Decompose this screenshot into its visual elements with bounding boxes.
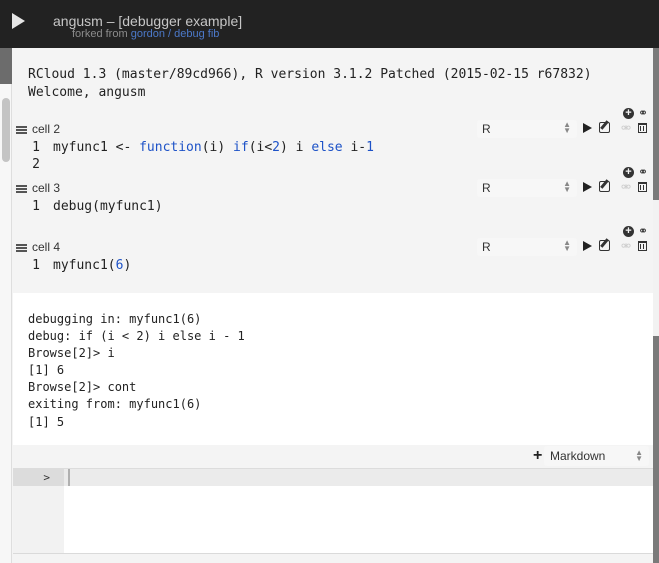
unlink-icon[interactable]: ⚮ <box>621 239 631 253</box>
code-text: i- <box>342 140 367 155</box>
notebook-area: RCloud 1.3 (master/89cd966), R version 3… <box>13 48 657 563</box>
select-arrows-icon: ▲ ▼ <box>563 179 571 194</box>
code-line[interactable]: 2 <box>13 156 53 173</box>
cell-toolbar: + ⚭ ⚮ <box>583 224 653 258</box>
link-icon[interactable]: ⚭ <box>638 224 648 238</box>
select-arrows-icon: ▲ ▼ <box>635 448 643 463</box>
code-keyword: function <box>139 140 202 155</box>
run-notebook-icon[interactable] <box>12 13 25 29</box>
cell-type-select[interactable]: Markdown ▲ ▼ <box>544 446 649 466</box>
language-select[interactable]: R ▲ ▼ <box>477 238 577 256</box>
language-value: R <box>482 240 491 254</box>
output-line: debug: if (i < 2) i else i - 1 <box>28 329 245 344</box>
forked-prefix: forked from <box>72 28 128 40</box>
output-line: Browse[2]> i <box>28 346 115 361</box>
code-line[interactable]: 1 myfunc1 <- function(i) if(i<2) i else i… <box>13 139 374 156</box>
line-number: 1 <box>32 140 40 155</box>
select-arrows-icon: ▲ ▼ <box>563 238 571 253</box>
code-text: ) <box>123 258 132 273</box>
command-prompt: > <box>13 469 657 486</box>
top-navbar: angusm – [debugger example] forked from … <box>0 0 659 48</box>
line-number: 2 <box>32 157 40 172</box>
add-cell-button[interactable]: + <box>533 447 542 465</box>
play-icon[interactable] <box>583 241 592 251</box>
code-line[interactable]: 1 debug(myfunc1) <box>13 198 163 215</box>
select-arrows-icon: ▲ ▼ <box>563 120 571 135</box>
right-scroll-track[interactable] <box>653 200 659 336</box>
link-icon[interactable]: ⚭ <box>638 165 648 179</box>
cell-label: cell 3 <box>32 181 61 195</box>
left-scroll-thumb[interactable] <box>2 98 10 162</box>
line-number: 1 <box>32 199 40 214</box>
cell-label: cell 4 <box>32 240 61 254</box>
cell-toolbar: + ⚭ ⚮ <box>583 106 653 140</box>
forked-source-link[interactable]: gordon / debug fib <box>131 28 220 40</box>
notebook-title[interactable]: angusm – [debugger example] <box>53 13 242 29</box>
cell-label: cell 2 <box>32 122 61 136</box>
prompt-gutter <box>13 486 64 553</box>
output-line: exiting from: myfunc1(6) <box>28 397 202 412</box>
code-text: ) i <box>280 140 312 155</box>
welcome-line: Welcome, angusm <box>28 85 146 100</box>
trash-icon[interactable] <box>638 123 647 133</box>
add-cell-bar: + Markdown ▲ ▼ <box>13 445 653 469</box>
code-text: debug(myfunc1) <box>53 199 163 214</box>
line-number: 1 <box>32 258 40 273</box>
output-line: [1] 5 <box>28 414 65 429</box>
cell-type-value: Markdown <box>550 449 606 463</box>
language-select[interactable]: R ▲ ▼ <box>477 179 577 197</box>
code-text: myfunc1 <- <box>53 140 140 155</box>
language-value: R <box>482 181 491 195</box>
prompt-editor-area[interactable] <box>13 486 653 554</box>
forked-from: forked from gordon / debug fib <box>72 28 219 40</box>
cell-output: debugging in: myfunc1(6) debug: if (i < 2… <box>13 293 653 445</box>
language-select[interactable]: R ▲ ▼ <box>477 120 577 138</box>
code-number: 1 <box>366 140 374 155</box>
drag-handle-icon[interactable] <box>16 185 27 193</box>
left-panel-header <box>0 48 12 84</box>
output-line: Browse[2]> cont <box>28 380 137 395</box>
play-icon[interactable] <box>583 182 592 192</box>
left-panel-scrollbar[interactable] <box>0 48 12 563</box>
code-text: (i) <box>201 140 234 155</box>
command-input[interactable] <box>68 469 657 486</box>
code-keyword: else <box>311 140 343 155</box>
plus-circle-icon[interactable]: + <box>623 108 634 119</box>
output-line: debugging in: myfunc1(6) <box>28 312 202 326</box>
plus-circle-icon[interactable]: + <box>623 167 634 178</box>
code-number: 2 <box>272 140 280 155</box>
code-keyword: if <box>233 140 249 155</box>
cell-toolbar: + ⚭ ⚮ <box>583 165 653 199</box>
code-text: (i< <box>248 140 273 155</box>
trash-icon[interactable] <box>638 182 647 192</box>
unlink-icon[interactable]: ⚮ <box>621 121 631 135</box>
drag-handle-icon[interactable] <box>16 244 27 252</box>
play-icon[interactable] <box>583 123 592 133</box>
welcome-message: RCloud 1.3 (master/89cd966), R version 3… <box>28 66 592 102</box>
edit-icon[interactable] <box>599 181 610 192</box>
edit-icon[interactable] <box>599 240 610 251</box>
output-text: debugging in: myfunc1(6) debug: if (i < 2… <box>28 311 245 431</box>
right-scrollbar[interactable] <box>653 48 659 563</box>
version-line: RCloud 1.3 (master/89cd966), R version 3… <box>28 67 592 82</box>
prompt-symbol: > <box>13 469 64 486</box>
language-value: R <box>482 122 491 136</box>
output-line: [1] 6 <box>28 363 65 378</box>
trash-icon[interactable] <box>638 241 647 251</box>
unlink-icon[interactable]: ⚮ <box>621 180 631 194</box>
drag-handle-icon[interactable] <box>16 126 27 134</box>
edit-icon[interactable] <box>599 122 610 133</box>
link-icon[interactable]: ⚭ <box>638 106 648 120</box>
code-text: myfunc1( <box>53 258 116 273</box>
plus-circle-icon[interactable]: + <box>623 226 634 237</box>
code-line[interactable]: 1 myfunc1(6) <box>13 257 131 274</box>
